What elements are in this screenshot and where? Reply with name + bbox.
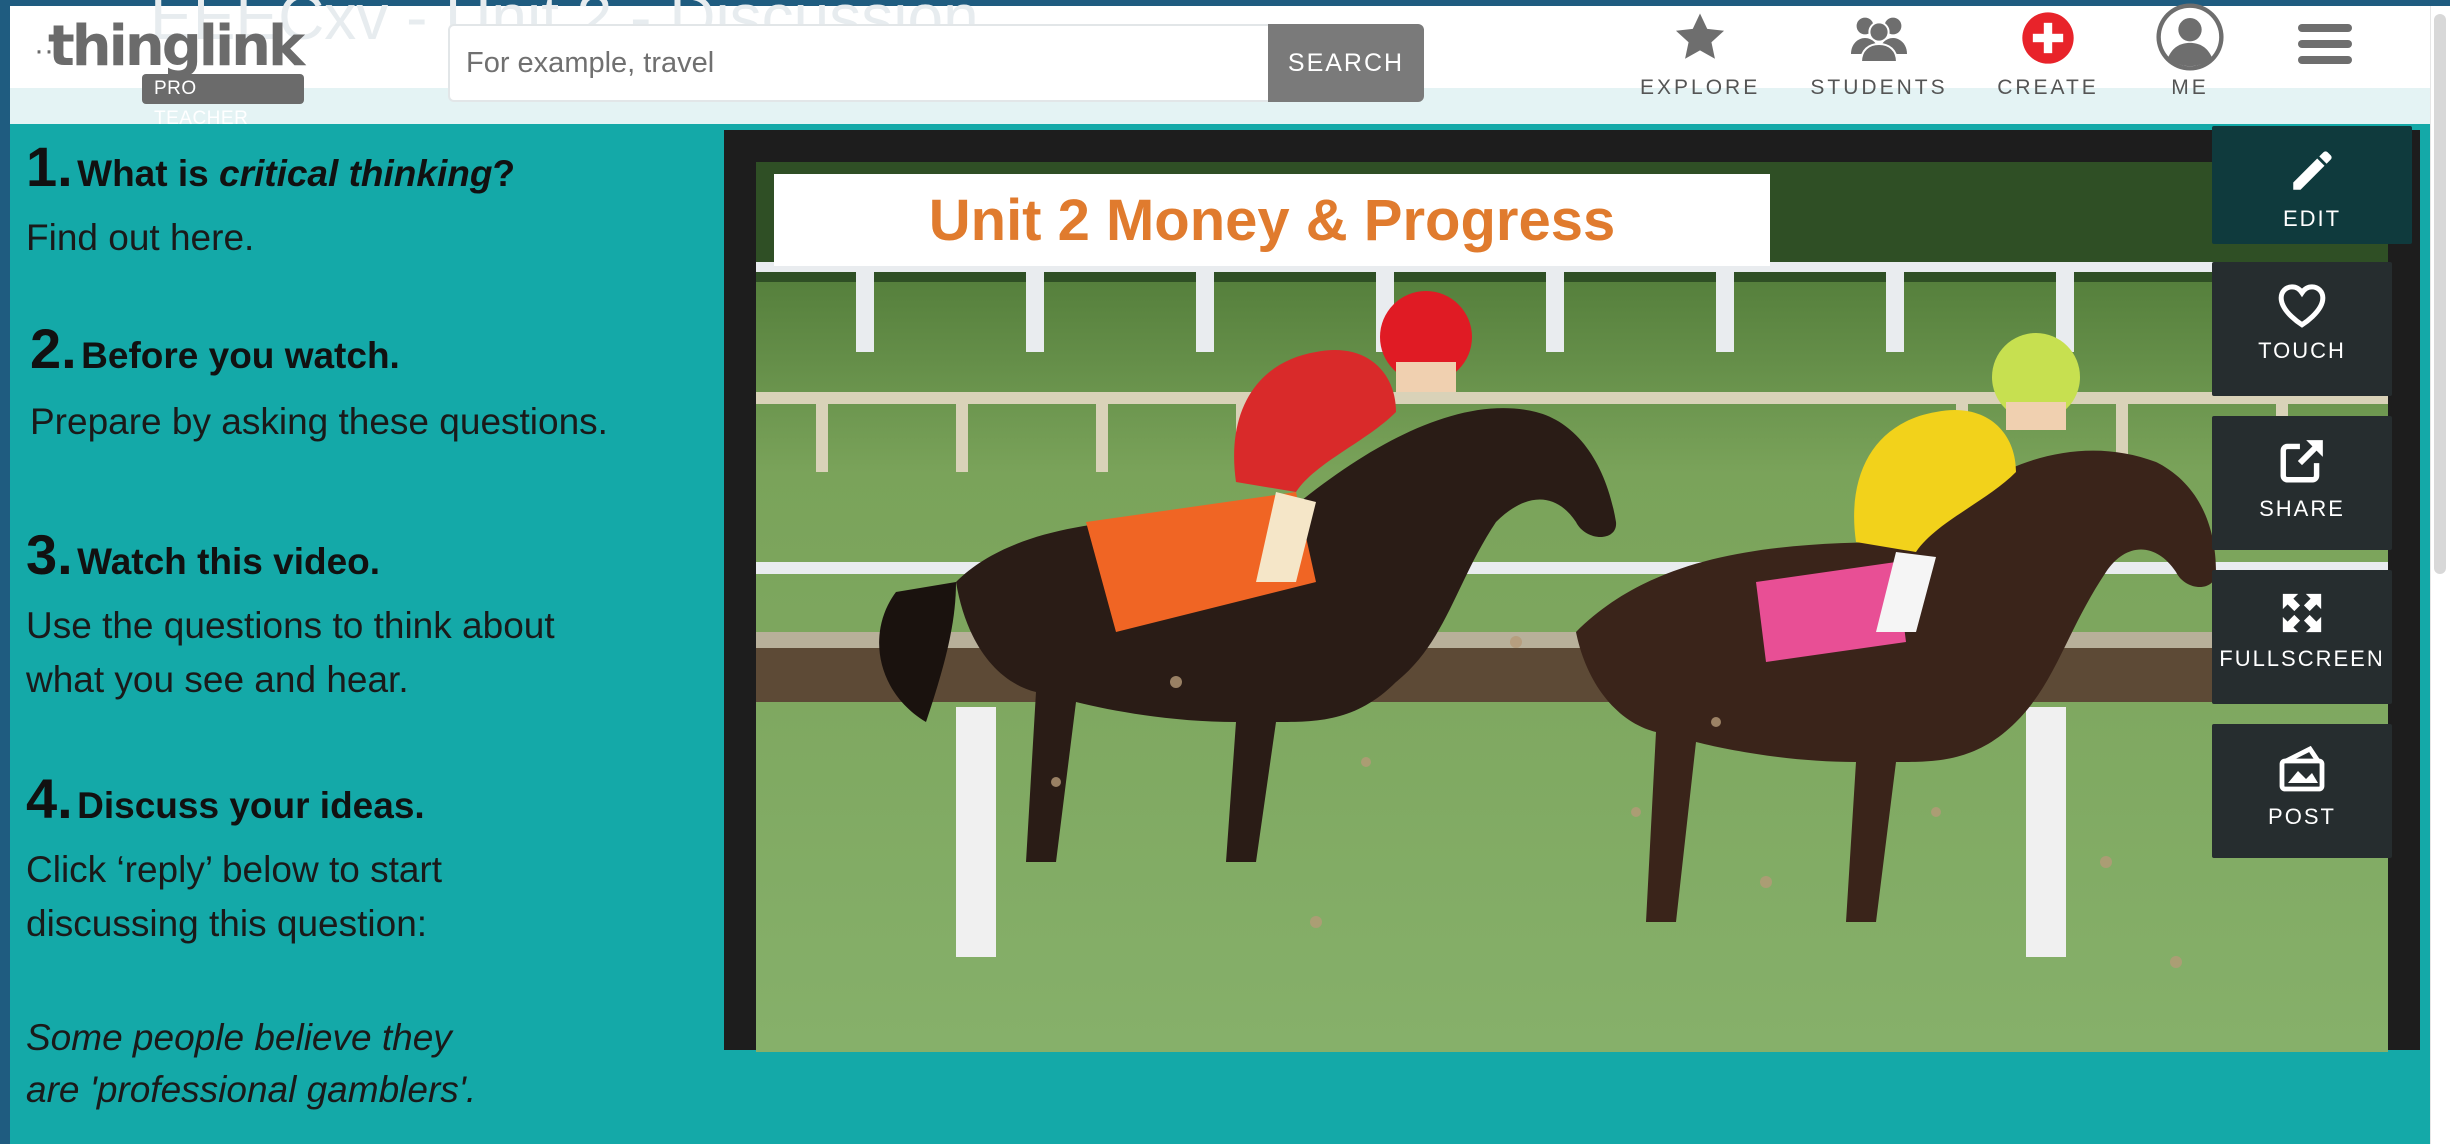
nav-students-label: STUDENTS — [1810, 76, 1948, 99]
step-1-number: 1. — [26, 135, 73, 198]
nav-create-label: CREATE — [1997, 76, 2099, 99]
search-input[interactable] — [448, 24, 1268, 102]
step-4-heading: 4. Discuss your ideas. — [26, 766, 425, 831]
step-4-quote-line1: Some people believe they — [26, 1017, 452, 1058]
nav-me-label: ME — [2171, 76, 2209, 99]
profile-icon — [2156, 3, 2224, 71]
share-button[interactable]: SHARE — [2212, 416, 2392, 550]
post-button[interactable]: POST — [2212, 724, 2392, 858]
edit-button[interactable]: EDIT — [2212, 126, 2412, 244]
step-3-body-line2: what you see and hear. — [26, 659, 409, 700]
step-1-heading-post: ? — [492, 153, 516, 194]
window-left-border — [0, 6, 10, 1144]
step-4-number: 4. — [26, 767, 73, 830]
step-4-body-line1: Click ‘reply’ below to start — [26, 849, 443, 890]
logo-wordmark: thinglink — [48, 14, 305, 79]
star-icon — [1675, 13, 1725, 59]
horse-race-photo[interactable] — [756, 162, 2388, 1052]
step-4-heading-text: Discuss your ideas. — [77, 785, 425, 826]
touch-label: TOUCH — [2258, 338, 2346, 363]
search-bar: SEARCH — [448, 24, 1424, 102]
fullscreen-label: FULLSCREEN — [2219, 646, 2385, 671]
menu-icon — [2298, 24, 2352, 64]
step-4-body-line2: discussing this question: — [26, 903, 428, 944]
step-1-heading-pre: What is — [77, 153, 219, 194]
step-3-heading-text: Watch this video. — [77, 541, 381, 582]
create-plus-icon — [2022, 12, 2074, 64]
step-3-number: 3. — [26, 523, 73, 586]
post-icon — [2279, 745, 2325, 792]
post-label: POST — [2268, 804, 2336, 829]
pro-teacher-badge: PRO TEACHER — [142, 74, 304, 129]
thinglink-logo[interactable]: ·· thinglink PRO TEACHER — [34, 14, 305, 129]
horse-race-illustration — [756, 162, 2388, 1052]
students-icon — [1851, 17, 1907, 63]
fullscreen-icon — [2282, 593, 2322, 633]
share-icon — [2280, 440, 2323, 483]
step-2-body: Prepare by asking these questions. — [30, 401, 608, 442]
step-1-heading: 1. What is critical thinking? — [26, 134, 515, 199]
step-1-body[interactable]: Find out here. — [26, 210, 254, 265]
edit-label: EDIT — [2282, 206, 2342, 231]
image-title: Unit 2 Money & Progress — [928, 187, 1616, 253]
scrollbar-thumb[interactable] — [2434, 14, 2446, 574]
step-3-body-line1: Use the questions to think about — [26, 605, 555, 646]
step-1-heading-italic: critical thinking — [219, 153, 493, 194]
nav-menu[interactable] — [2296, 22, 2354, 126]
nav-students[interactable]: STUDENTS — [1806, 10, 1952, 114]
nav-explore[interactable]: EXPLORE — [1640, 10, 1760, 114]
heart-icon — [2278, 284, 2326, 328]
step-2-number: 2. — [30, 317, 77, 380]
pencil-icon — [2293, 151, 2332, 190]
step-3-heading: 3. Watch this video. — [26, 522, 380, 587]
step-2-heading: 2. Before you watch. — [30, 316, 400, 381]
nav-explore-label: EXPLORE — [1640, 76, 1761, 99]
step-2-heading-text: Before you watch. — [81, 335, 400, 376]
touch-button[interactable]: TOUCH — [2212, 262, 2392, 396]
image-title-banner: Unit 2 Money & Progress — [774, 174, 1770, 266]
step-4-quote-line2: are 'professional gamblers'. — [26, 1069, 477, 1110]
nav-create[interactable]: CREATE — [1990, 10, 2106, 114]
share-label: SHARE — [2259, 496, 2345, 521]
search-button[interactable]: SEARCH — [1268, 24, 1424, 102]
fullscreen-button[interactable]: FULLSCREEN — [2212, 570, 2392, 704]
nav-me[interactable]: ME — [2150, 2, 2230, 106]
